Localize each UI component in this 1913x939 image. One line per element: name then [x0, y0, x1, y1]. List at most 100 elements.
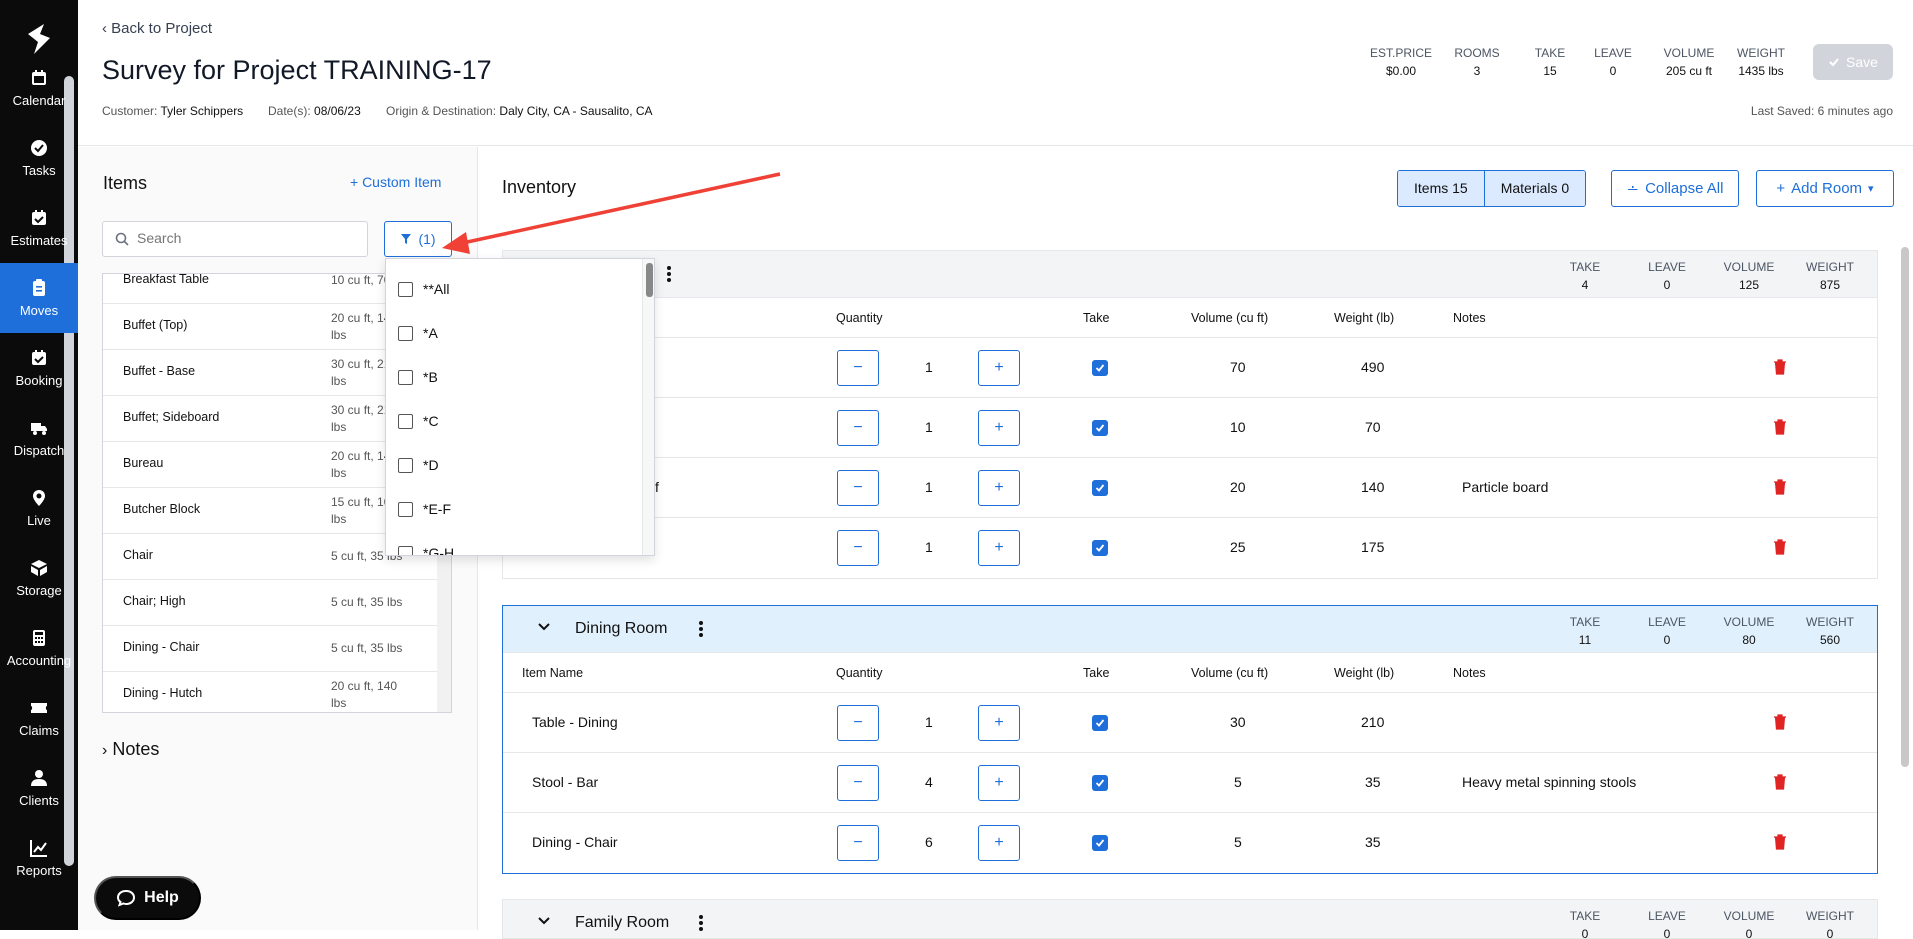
- add-room-button[interactable]: + Add Room ▾: [1756, 170, 1894, 207]
- checkbox-icon[interactable]: [398, 413, 413, 429]
- sidebar-item-label: Accounting: [6, 653, 72, 668]
- sidebar-item-clients[interactable]: Clients: [0, 753, 78, 823]
- take-checkbox[interactable]: [1092, 480, 1108, 496]
- decrement-button[interactable]: −: [837, 410, 879, 446]
- increment-button[interactable]: +: [978, 825, 1020, 861]
- take-checkbox[interactable]: [1092, 715, 1108, 731]
- help-label: Help: [144, 889, 179, 906]
- trash-icon[interactable]: [1773, 714, 1787, 730]
- filter-option-b[interactable]: *B: [398, 369, 438, 385]
- decrement-button[interactable]: −: [837, 350, 879, 386]
- search-input[interactable]: [137, 230, 357, 246]
- decrement-button[interactable]: −: [837, 530, 879, 566]
- notes-toggle[interactable]: › Notes: [102, 739, 159, 760]
- sidebar-item-estimates[interactable]: Estimates: [0, 193, 78, 263]
- room-name: Dining Room: [575, 620, 668, 637]
- kebab-menu-icon[interactable]: [698, 620, 704, 638]
- filter-option-g-h[interactable]: *G-H: [398, 545, 454, 555]
- increment-button[interactable]: +: [978, 765, 1020, 801]
- kebab-menu-icon[interactable]: [698, 914, 704, 932]
- room-section-family: Family Room TAKE 0 LEAVE 0 VOLUME 0 WEIGHT 0: [502, 899, 1878, 939]
- tab-materials[interactable]: Materials 0: [1483, 171, 1586, 206]
- filter-count: (1): [418, 231, 436, 247]
- room-header[interactable]: TAKE 4 LEAVE 0 VOLUME 125 WEIGHT 875: [503, 251, 1877, 298]
- filter-option-e-f[interactable]: *E-F: [398, 501, 451, 517]
- room-stat-take: TAKE 11: [1569, 615, 1601, 647]
- room-header[interactable]: Dining Room TAKE 11 LEAVE 0 VOLUME 80 WEIGH…: [503, 606, 1877, 653]
- sidebar-item-dispatch[interactable]: Dispatch: [0, 403, 78, 473]
- take-checkbox[interactable]: [1092, 420, 1108, 436]
- sidebar-item-moves[interactable]: Moves: [0, 263, 78, 333]
- user-icon: [31, 770, 47, 786]
- dropdown-scrollbar[interactable]: [642, 259, 654, 555]
- increment-button[interactable]: +: [978, 410, 1020, 446]
- checkbox-icon[interactable]: [398, 325, 413, 341]
- sidebar-item-reports[interactable]: Reports: [0, 823, 78, 893]
- truck-icon: [31, 423, 47, 435]
- filter-option-a[interactable]: *A: [398, 325, 438, 341]
- take-checkbox[interactable]: [1092, 775, 1108, 791]
- decrement-button[interactable]: −: [837, 825, 879, 861]
- take-checkbox[interactable]: [1092, 360, 1108, 376]
- decrement-button[interactable]: −: [837, 470, 879, 506]
- sidebar-item-label: Claims: [19, 723, 59, 738]
- list-item[interactable]: Dining - Chair 5 cu ft, 35 lbs: [103, 626, 438, 672]
- sidebar-item-label: Dispatch: [13, 443, 65, 458]
- collapse-all-button[interactable]: ∸ Collapse All: [1611, 170, 1739, 207]
- sidebar-item-live[interactable]: Live: [0, 473, 78, 543]
- room-header[interactable]: Family Room TAKE 0 LEAVE 0 VOLUME 0 WEIGHT 0: [503, 900, 1877, 939]
- sidebar-item-booking[interactable]: Booking: [0, 333, 78, 403]
- checkbox-icon[interactable]: [398, 369, 413, 385]
- sidebar-item-claims[interactable]: Claims: [0, 683, 78, 753]
- increment-button[interactable]: +: [978, 350, 1020, 386]
- help-button[interactable]: Help: [94, 876, 201, 920]
- filter-dropdown: **All *A *B *C *D *E-F *G-H: [385, 258, 655, 556]
- checkbox-icon[interactable]: [398, 281, 413, 297]
- trash-icon[interactable]: [1773, 539, 1787, 555]
- sidebar-item-calendar[interactable]: Calendar: [0, 53, 78, 123]
- decrement-button[interactable]: −: [837, 705, 879, 741]
- sidebar-item-label: Reports: [16, 863, 62, 878]
- sidebar-item-label: Calendar: [12, 93, 66, 108]
- filter-option-c[interactable]: *C: [398, 413, 439, 429]
- filter-button[interactable]: (1): [384, 221, 452, 257]
- chevron-down-icon[interactable]: [537, 622, 551, 632]
- list-item[interactable]: Chair; High 5 cu ft, 35 lbs: [103, 580, 438, 626]
- trash-icon[interactable]: [1773, 774, 1787, 790]
- chevron-down-icon[interactable]: [537, 916, 551, 926]
- take-checkbox[interactable]: [1092, 540, 1108, 556]
- room-stat-take: TAKE 0: [1569, 909, 1601, 939]
- sidebar-item-accounting[interactable]: Accounting: [0, 613, 78, 683]
- sidebar-item-tasks[interactable]: Tasks: [0, 123, 78, 193]
- kebab-menu-icon[interactable]: [666, 265, 672, 283]
- save-button[interactable]: Save: [1813, 44, 1893, 80]
- main-scrollbar[interactable]: [1901, 247, 1909, 767]
- filter-option-all[interactable]: **All: [398, 281, 449, 297]
- increment-button[interactable]: +: [978, 470, 1020, 506]
- checkbox-icon[interactable]: [398, 545, 413, 555]
- list-item[interactable]: Dining - Hutch 20 cu ft, 140 lbs: [103, 672, 438, 712]
- increment-button[interactable]: +: [978, 530, 1020, 566]
- filter-icon: [401, 234, 412, 244]
- checkbox-icon[interactable]: [398, 457, 413, 473]
- chevron-left-icon: ‹: [102, 20, 107, 37]
- take-checkbox[interactable]: [1092, 835, 1108, 851]
- trash-icon[interactable]: [1773, 359, 1787, 375]
- filter-option-d[interactable]: *D: [398, 457, 439, 473]
- tab-items[interactable]: Items 15: [1398, 171, 1484, 206]
- sidebar-item-label: Tasks: [22, 163, 56, 178]
- trash-icon[interactable]: [1773, 834, 1787, 850]
- column-headers: Quantity Take Volume (cu ft) Weight (lb)…: [503, 298, 1877, 338]
- increment-button[interactable]: +: [978, 705, 1020, 741]
- sidebar-item-storage[interactable]: Storage: [0, 543, 78, 613]
- checkbox-icon[interactable]: [398, 501, 413, 517]
- trash-icon[interactable]: [1773, 419, 1787, 435]
- decrement-button[interactable]: −: [837, 765, 879, 801]
- trash-icon[interactable]: [1773, 479, 1787, 495]
- back-to-project-link[interactable]: ‹ Back to Project: [102, 20, 212, 37]
- stat-take: TAKE 15: [1534, 46, 1566, 78]
- custom-item-button[interactable]: + Custom Item: [350, 174, 441, 190]
- room-stat-leave: LEAVE 0: [1648, 615, 1686, 647]
- dropdown-scroll-thumb[interactable]: [646, 263, 653, 297]
- sidebar-item-label: Estimates: [10, 233, 68, 248]
